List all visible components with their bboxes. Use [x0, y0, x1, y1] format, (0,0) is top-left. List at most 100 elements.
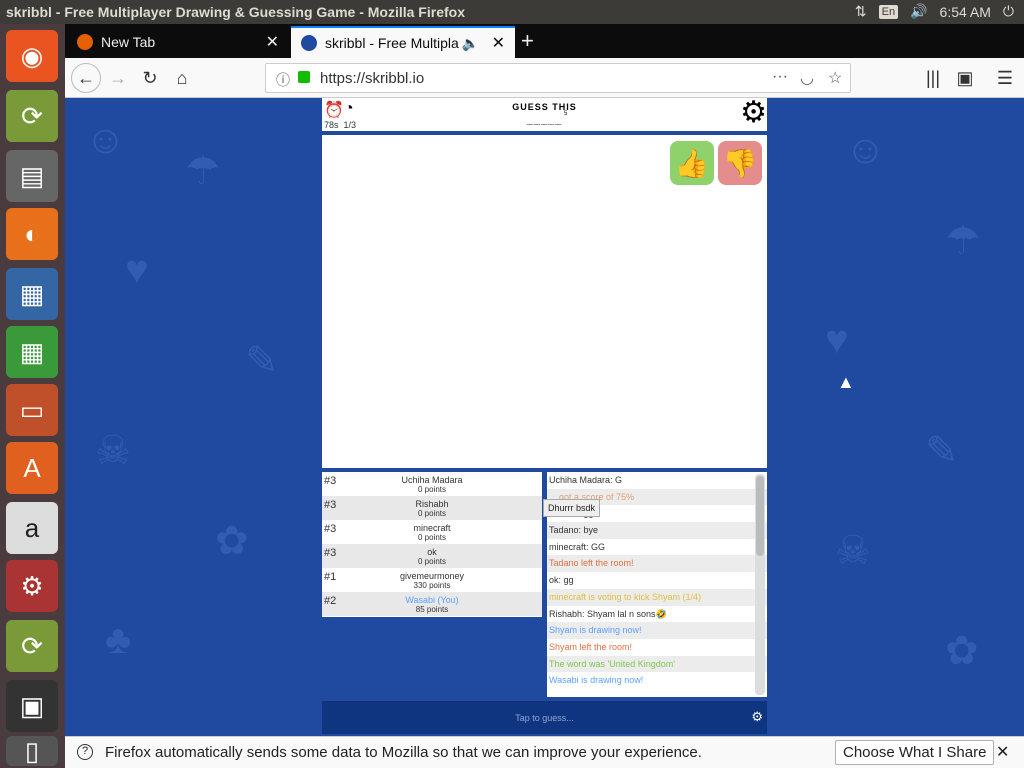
amazon-icon[interactable]: a [6, 502, 58, 554]
guess-input[interactable]: Tap to guess... ⚙ [322, 701, 767, 734]
telemetry-notification-bar: ? Firefox automatically sends some data … [65, 736, 1024, 768]
thumbs-up-icon[interactable]: 👍 [670, 141, 714, 185]
back-arrow-icon[interactable]: ← [71, 63, 101, 93]
chat-message: Shyam left the room! [549, 641, 633, 652]
doodle-icon: ☺ [845, 128, 886, 172]
player-row[interactable]: #3 ok 0 points [322, 544, 542, 568]
pocket-icon[interactable]: ◡ [800, 68, 814, 88]
game-header: ⏰ ◔ 78s 1/3 GUESS THIS _____ 5 ⚙ [322, 98, 767, 131]
chat-message: ok: gg [549, 575, 574, 586]
player-row-self[interactable]: #2 Wasabi (You) 85 points [322, 592, 542, 616]
chat-message: Rishabh: Shyam lal n sons🤣 [549, 608, 667, 619]
guess-placeholder[interactable]: Tap to guess... [322, 713, 767, 723]
library-icon[interactable]: ||| [918, 63, 948, 93]
ubuntu-dash-icon[interactable]: ◉ [6, 30, 58, 82]
chat-message: minecraft: GG [549, 541, 606, 552]
skribbl-page: ☺ ☂ ♥ ✎ ☠ ✿ ♣ ☺ ☂ ♥ ✎ ☠ ✿ ⏰ ◔ 78s 1/3 GU… [65, 98, 1024, 736]
doodle-icon: ✿ [945, 629, 979, 673]
files-icon[interactable]: ▤ [6, 150, 58, 202]
choose-what-i-share-button[interactable]: Choose What I Share [835, 740, 995, 765]
mouse-cursor-icon: ▲ [837, 372, 855, 392]
chat-message: The word was 'United Kingdom' [547, 655, 767, 673]
question-icon: ? [77, 744, 93, 760]
doodle-icon: ☺ [85, 118, 126, 162]
firefox-icon[interactable]: ◐ [6, 208, 58, 260]
speaker-icon[interactable]: 🔈 [462, 35, 479, 52]
navigation-toolbar: ← → ↻ ⌂ ⓘ https://skribbl.io ··· ◡ ☆ |||… [65, 58, 1024, 98]
chat-message: Tadano: bye [547, 522, 767, 539]
close-tab-icon[interactable]: ✕ [266, 32, 279, 52]
tab-strip: New Tab ✕ skribbl - Free Multipla 🔈 ✕ + [65, 24, 1024, 58]
doodle-icon: ✎ [245, 339, 279, 383]
software-updater-icon[interactable]: ⟳ [6, 90, 58, 142]
reload-icon[interactable]: ↻ [135, 63, 165, 93]
bookmark-star-icon[interactable]: ☆ [828, 68, 842, 88]
network-icon[interactable]: ⇅ [855, 3, 867, 20]
software-updater-icon-2[interactable]: ⟳ [6, 620, 58, 672]
home-icon[interactable]: ⌂ [167, 63, 197, 93]
doodle-icon: ♣ [105, 618, 132, 662]
firefox-window: New Tab ✕ skribbl - Free Multipla 🔈 ✕ + … [65, 24, 1024, 768]
info-icon[interactable]: ⓘ [276, 70, 290, 90]
keyboard-layout-indicator[interactable]: En [878, 4, 899, 19]
window-title: skribbl - Free Multiplayer Drawing & Gue… [6, 4, 465, 20]
system-tray: ⇅ En 🔊 6:54 AM ⏻ [855, 3, 1014, 20]
libreoffice-impress-icon[interactable]: ▭ [6, 384, 58, 436]
menu-icon[interactable]: ☰ [990, 63, 1020, 93]
doodle-icon: ☠ [835, 529, 871, 573]
skribbl-favicon-icon [301, 35, 317, 51]
guess-prompt: GUESS THIS [512, 102, 577, 112]
chat-message: Shyam is drawing now! [547, 622, 767, 639]
clock[interactable]: 6:54 AM [940, 4, 991, 20]
chat-message: Tadano left the room! [547, 555, 767, 573]
close-notification-icon[interactable]: ✕ [996, 742, 1009, 762]
url-text[interactable]: https://skribbl.io [320, 70, 424, 87]
trash-icon[interactable]: ▯ [6, 736, 58, 766]
save-drive-icon[interactable]: ▣ [6, 680, 58, 732]
doodle-icon: ♥ [125, 248, 149, 292]
page-actions-icon[interactable]: ··· [772, 68, 788, 86]
doodle-icon: ♥ [825, 318, 849, 362]
letter-count: 5 [564, 111, 568, 117]
chat-scroll-thumb[interactable] [756, 476, 764, 556]
ubuntu-launcher: ◉ ⟳ ▤ ◐ ▦ ▦ ▭ A a ⚙ ⟳ ▣ ▯ [0, 24, 65, 768]
tab-label: skribbl - Free Multipla [325, 35, 459, 51]
url-bar[interactable]: ⓘ https://skribbl.io ··· ◡ ☆ [265, 63, 851, 93]
os-top-panel: skribbl - Free Multiplayer Drawing & Gue… [0, 0, 1024, 24]
tab-new-tab[interactable]: New Tab ✕ [67, 26, 289, 58]
tab-skribbl[interactable]: skribbl - Free Multipla 🔈 ✕ [291, 26, 515, 58]
doodle-icon: ☠ [95, 429, 131, 473]
thumbs-down-icon[interactable]: 👎 [718, 141, 762, 185]
notification-text: Firefox automatically sends some data to… [105, 744, 702, 761]
ubuntu-software-icon[interactable]: A [6, 442, 58, 494]
doodle-icon: ✎ [925, 429, 959, 473]
doodle-icon: ✿ [215, 519, 249, 563]
player-list: #3 Uchiha Madara 0 points #3 Rishabh 0 point… [322, 472, 542, 617]
doodle-icon: ☂ [945, 219, 981, 263]
tab-label: New Tab [101, 34, 156, 50]
close-tab-icon[interactable]: ✕ [492, 33, 505, 53]
forward-arrow-icon[interactable]: → [103, 63, 133, 93]
volume-icon[interactable]: 🔊 [910, 3, 927, 20]
player-tooltip: Dhurrr bsdk [543, 499, 601, 517]
lock-icon [298, 71, 310, 83]
chat-message: minecraft is voting to kick Shyam (1/4) [547, 588, 767, 606]
word-blanks: _____ [526, 114, 563, 126]
chat-message: Uchiha Madara: G [549, 475, 623, 485]
player-row[interactable]: #3 Rishabh 0 points [322, 496, 542, 520]
firefox-favicon-icon [77, 34, 93, 50]
chat-settings-gear-icon[interactable]: ⚙ [751, 709, 763, 725]
player-row[interactable]: #3 Uchiha Madara 0 points [322, 472, 542, 496]
sidebar-icon[interactable]: ▣ [950, 63, 980, 93]
doodle-icon: ☂ [185, 149, 221, 193]
drawing-canvas[interactable]: 👍 👎 [322, 135, 767, 468]
power-icon[interactable]: ⏻ [1003, 3, 1014, 20]
libreoffice-writer-icon[interactable]: ▦ [6, 268, 58, 320]
player-row[interactable]: #3 minecraft 0 points [322, 520, 542, 544]
settings-gear-icon[interactable]: ⚙ [740, 98, 767, 128]
system-settings-icon[interactable]: ⚙ [6, 560, 58, 612]
player-row[interactable]: #1 givemeurmoney 330 points [322, 568, 542, 592]
new-tab-icon[interactable]: + [521, 28, 534, 54]
chat-message: Wasabi is drawing now! [549, 675, 644, 686]
libreoffice-calc-icon[interactable]: ▦ [6, 326, 58, 378]
